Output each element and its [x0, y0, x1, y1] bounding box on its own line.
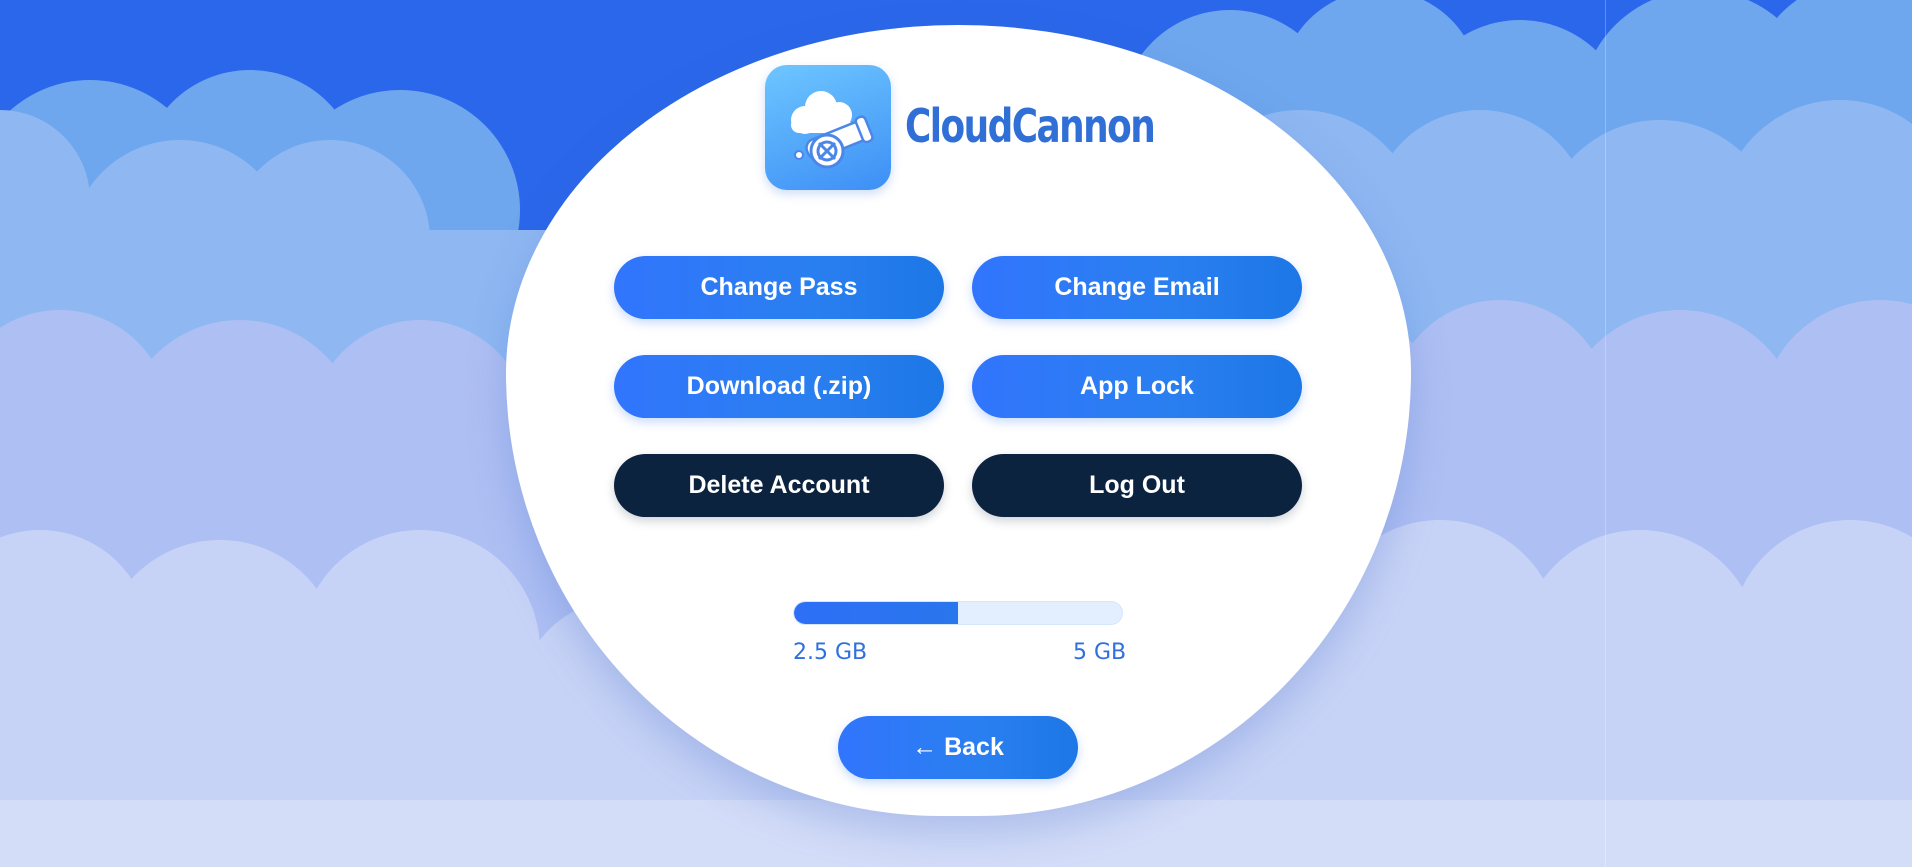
storage-total-label: 5 GB — [1073, 640, 1127, 665]
storage-progress-fill — [794, 602, 958, 624]
download-zip-button[interactable]: Download (.zip) — [614, 355, 944, 418]
delete-account-button[interactable]: Delete Account — [614, 454, 944, 517]
storage-progress-bar — [793, 601, 1123, 625]
change-email-button[interactable]: Change Email — [972, 256, 1302, 319]
brand-name: CloudCannon — [905, 99, 1156, 153]
storage-used-label: 2.5 GB — [793, 640, 868, 665]
log-out-button[interactable]: Log Out — [972, 454, 1302, 517]
change-pass-button[interactable]: Change Pass — [614, 256, 944, 319]
settings-screen: CloudCannon Change Pass Change Email Dow… — [0, 0, 1912, 867]
app-lock-button[interactable]: App Lock — [972, 355, 1302, 418]
cloud-cannon-logo-icon — [765, 65, 891, 190]
panel-divider — [1605, 0, 1606, 867]
back-button[interactable]: ← Back — [838, 716, 1078, 779]
